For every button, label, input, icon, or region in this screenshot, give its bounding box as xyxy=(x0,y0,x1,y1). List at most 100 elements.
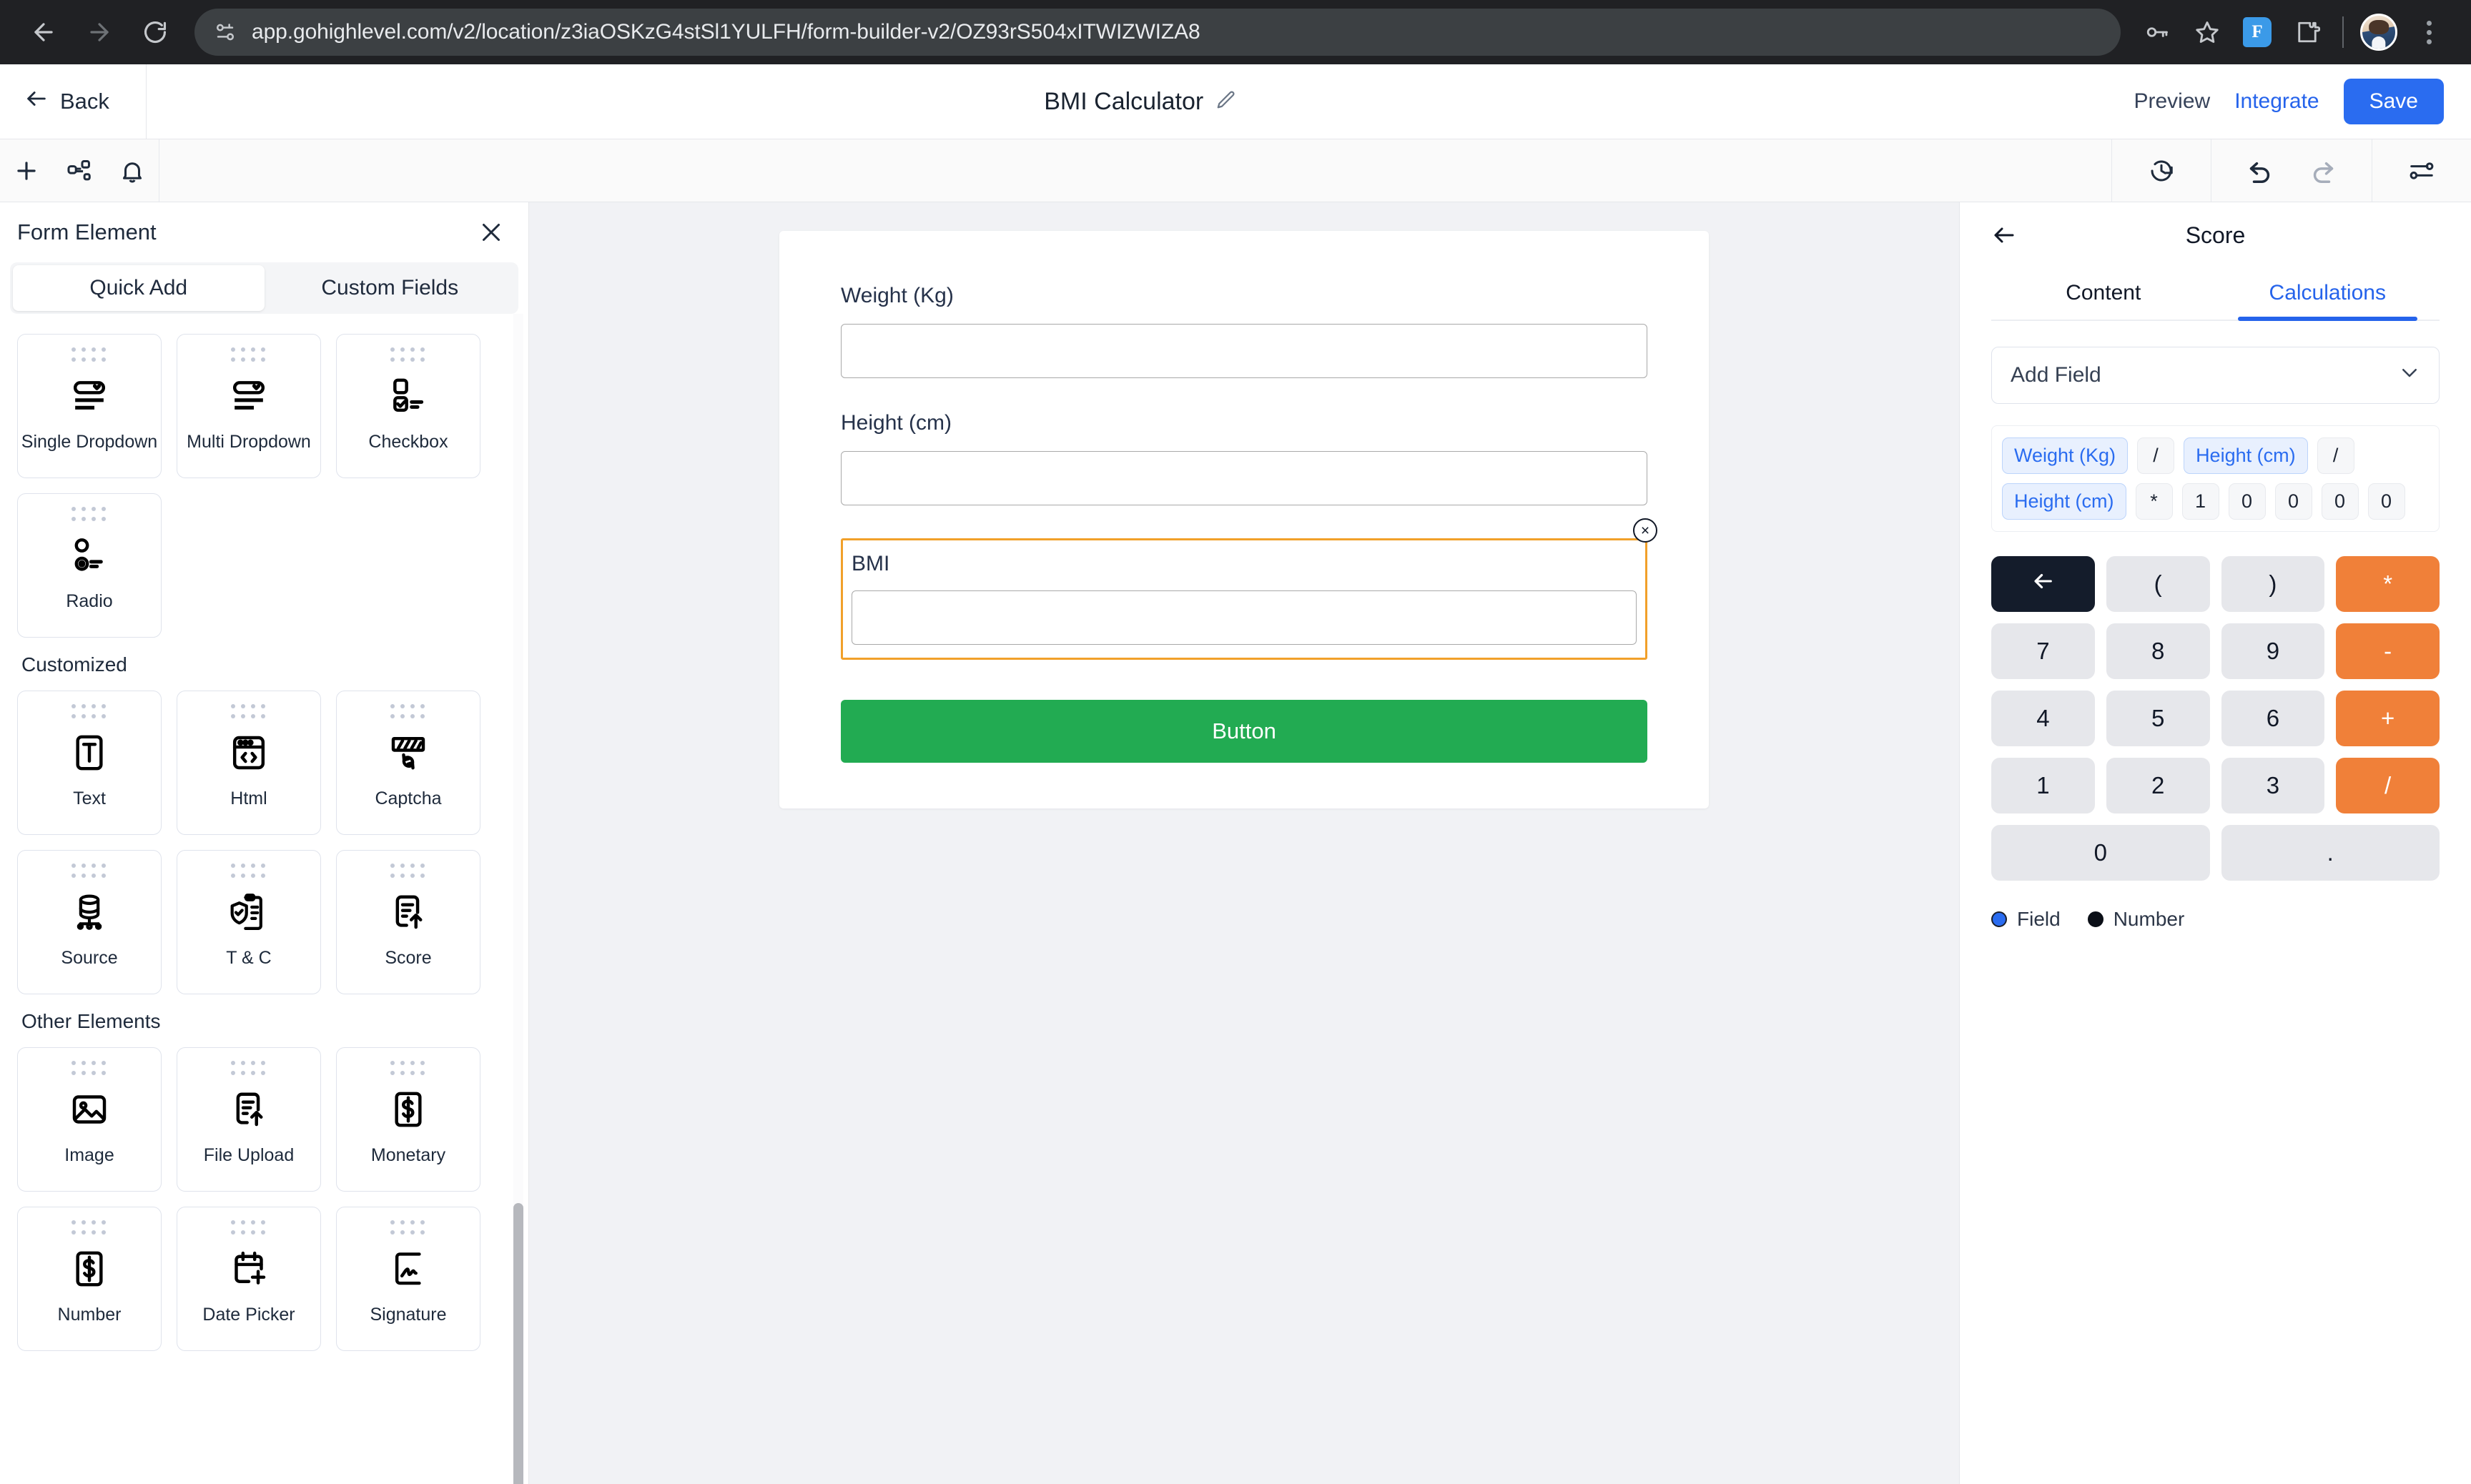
weight-input[interactable] xyxy=(841,324,1647,378)
key-0[interactable]: 0 xyxy=(1991,825,2210,881)
key-7[interactable]: 7 xyxy=(1991,623,2095,680)
drag-grip-icon[interactable] xyxy=(390,1220,426,1236)
browser-forward-button[interactable] xyxy=(74,7,124,57)
formula-token-number[interactable]: 0 xyxy=(2367,483,2405,520)
drag-grip-icon[interactable] xyxy=(71,1061,107,1077)
star-icon[interactable] xyxy=(2184,9,2231,56)
add-field-select[interactable]: Add Field xyxy=(1991,347,2440,404)
drag-grip-icon[interactable] xyxy=(231,1220,267,1236)
back-button[interactable]: Back xyxy=(0,64,147,139)
element-card-multi-dropdown[interactable]: Multi Dropdown xyxy=(177,334,321,478)
key-4[interactable]: 4 xyxy=(1991,691,2095,747)
element-card-signature[interactable]: Signature xyxy=(336,1207,480,1351)
key-5[interactable]: 5 xyxy=(2106,691,2210,747)
profile-avatar[interactable] xyxy=(2355,9,2402,56)
element-card-score[interactable]: Score xyxy=(336,850,480,994)
drag-grip-icon[interactable] xyxy=(231,864,267,879)
formula-token-number[interactable]: 0 xyxy=(2228,483,2266,520)
element-card-radio[interactable]: Radio xyxy=(17,493,162,638)
element-card-single-dropdown[interactable]: Single Dropdown xyxy=(17,334,162,478)
site-settings-icon[interactable] xyxy=(213,20,237,44)
key-6[interactable]: 6 xyxy=(2221,691,2325,747)
drag-grip-icon[interactable] xyxy=(231,1061,267,1077)
key-2[interactable]: 2 xyxy=(2106,758,2210,814)
bmi-input[interactable] xyxy=(852,590,1637,645)
key-open-paren[interactable]: ( xyxy=(2106,556,2210,613)
drag-grip-icon[interactable] xyxy=(390,1061,426,1077)
formula-token-field[interactable]: Height (cm) xyxy=(2002,483,2126,520)
key-minus[interactable]: - xyxy=(2336,623,2440,680)
radio-option-field[interactable]: Field xyxy=(1991,908,2061,931)
tab-quick-add[interactable]: Quick Add xyxy=(13,265,265,311)
key-8[interactable]: 8 xyxy=(2106,623,2210,680)
key-3[interactable]: 3 xyxy=(2221,758,2325,814)
formula-token-operator[interactable]: / xyxy=(2317,437,2354,475)
bell-icon[interactable] xyxy=(106,139,159,202)
browser-address-bar[interactable]: app.gohighlevel.com/v2/location/z3iaOSKz… xyxy=(194,9,2121,56)
formula-token-operator[interactable]: * xyxy=(2135,483,2173,520)
height-input[interactable] xyxy=(841,451,1647,505)
back-arrow-icon[interactable] xyxy=(1991,222,2017,248)
browser-back-button[interactable] xyxy=(19,7,69,57)
drag-grip-icon[interactable] xyxy=(71,507,107,523)
element-card-html[interactable]: Html xyxy=(177,691,321,835)
flow-nodes-icon[interactable] xyxy=(53,139,106,202)
version-history-icon[interactable] xyxy=(2131,139,2192,202)
key-multiply[interactable]: * xyxy=(2336,556,2440,613)
key-9[interactable]: 9 xyxy=(2221,623,2325,680)
tab-calculations[interactable]: Calculations xyxy=(2216,281,2440,321)
formula-token-number[interactable]: 0 xyxy=(2274,483,2312,520)
key-backspace[interactable] xyxy=(1991,556,2095,613)
drag-grip-icon[interactable] xyxy=(390,704,426,720)
formula-token-operator[interactable]: / xyxy=(2137,437,2175,475)
element-card-source[interactable]: Source xyxy=(17,850,162,994)
drag-grip-icon[interactable] xyxy=(71,704,107,720)
key-close-paren[interactable]: ) xyxy=(2221,556,2325,613)
extensions-puzzle-icon[interactable] xyxy=(2284,9,2331,56)
redo-icon[interactable] xyxy=(2292,139,2353,202)
font-extension-icon[interactable]: F xyxy=(2234,9,2281,56)
key-1[interactable]: 1 xyxy=(1991,758,2095,814)
element-card-number[interactable]: Number xyxy=(17,1207,162,1351)
integrate-button[interactable]: Integrate xyxy=(2234,89,2319,114)
three-dot-menu-icon[interactable] xyxy=(2405,9,2452,56)
key-plus[interactable]: + xyxy=(2336,691,2440,747)
key-decimal[interactable]: . xyxy=(2221,825,2440,881)
drag-grip-icon[interactable] xyxy=(71,864,107,879)
undo-icon[interactable] xyxy=(2230,139,2292,202)
key-divide[interactable]: / xyxy=(2336,758,2440,814)
drag-grip-icon[interactable] xyxy=(390,347,426,363)
save-button[interactable]: Save xyxy=(2343,79,2444,124)
element-card-date-picker[interactable]: Date Picker xyxy=(177,1207,321,1351)
key-icon[interactable] xyxy=(2134,9,2181,56)
drag-grip-icon[interactable] xyxy=(231,704,267,720)
drag-grip-icon[interactable] xyxy=(71,1220,107,1236)
remove-field-icon[interactable]: × xyxy=(1633,518,1657,543)
element-card-checkbox[interactable]: Checkbox xyxy=(336,334,480,478)
browser-reload-button[interactable] xyxy=(130,7,180,57)
close-icon[interactable] xyxy=(478,219,504,245)
element-card-image[interactable]: Image xyxy=(17,1047,162,1192)
formula-expression-area[interactable]: Weight (Kg) / Height (cm) / Height (cm) … xyxy=(1991,425,2440,533)
tab-custom-fields[interactable]: Custom Fields xyxy=(265,265,516,311)
radio-option-number[interactable]: Number xyxy=(2087,908,2184,931)
form-field-height[interactable]: Height (cm) xyxy=(841,411,1647,505)
element-card-monetary[interactable]: Monetary xyxy=(336,1047,480,1192)
panel-scrollbar-thumb[interactable] xyxy=(513,1203,523,1484)
element-card-terms[interactable]: T & C xyxy=(177,850,321,994)
formula-token-number[interactable]: 1 xyxy=(2181,483,2219,520)
drag-grip-icon[interactable] xyxy=(390,864,426,879)
element-card-file-upload[interactable]: File Upload xyxy=(177,1047,321,1192)
submit-button[interactable]: Button xyxy=(841,700,1647,763)
formula-token-number[interactable]: 0 xyxy=(2321,483,2359,520)
formula-token-field[interactable]: Height (cm) xyxy=(2184,437,2308,475)
element-card-captcha[interactable]: Captcha xyxy=(336,691,480,835)
sliders-icon[interactable] xyxy=(2391,139,2452,202)
tab-content[interactable]: Content xyxy=(1991,281,2216,320)
drag-grip-icon[interactable] xyxy=(71,347,107,363)
plus-icon[interactable] xyxy=(0,139,53,202)
drag-grip-icon[interactable] xyxy=(231,347,267,363)
preview-button[interactable]: Preview xyxy=(2134,89,2210,114)
form-field-bmi[interactable]: × BMI xyxy=(841,518,1657,660)
element-card-text[interactable]: Text xyxy=(17,691,162,835)
